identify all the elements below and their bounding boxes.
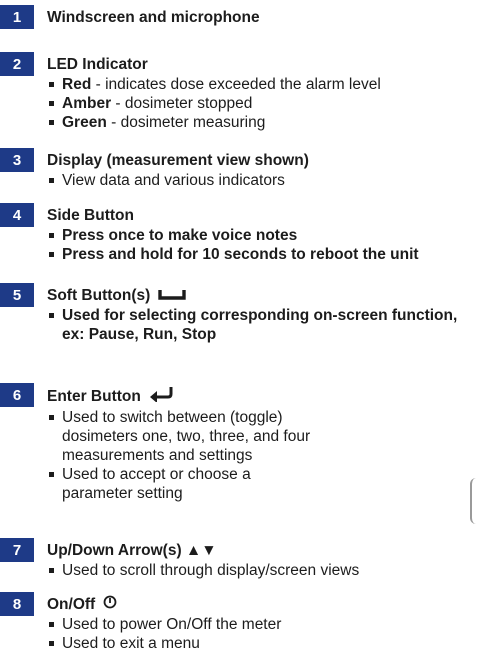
- bullet-text: Used to scroll through display/screen vi…: [62, 562, 360, 579]
- bullet-list: Used to switch between (toggle) dosimete…: [47, 408, 478, 503]
- bullet-square-icon: [49, 472, 54, 477]
- bullet-text: - dosimeter measuring: [106, 114, 266, 131]
- item-number-badge: 1: [0, 5, 34, 29]
- item-title: Soft Button(s): [47, 286, 478, 305]
- bullet-square-icon: [49, 82, 54, 87]
- item-number-badge: 3: [0, 148, 34, 172]
- bullet-text: Used to accept or choose a parameter set…: [62, 466, 251, 502]
- item-number-badge: 5: [0, 283, 34, 307]
- bullet-text: Used for selecting corresponding on-scre…: [62, 307, 458, 343]
- item-title: Enter Button: [47, 386, 478, 407]
- item-title: Side Button: [47, 207, 134, 224]
- bullet-square-icon: [49, 120, 54, 125]
- bullet-square-icon: [49, 622, 54, 627]
- bullet-text: - dosimeter stopped: [111, 95, 253, 112]
- bullet-list: Red - indicates dose exceeded the alarm …: [47, 75, 478, 132]
- bullet-square-icon: [49, 101, 54, 106]
- led-color-term: Amber: [62, 95, 112, 112]
- item-title: LED Indicator: [47, 56, 148, 73]
- bullet-item: Green - dosimeter measuring: [47, 113, 478, 132]
- bullet-square-icon: [49, 313, 54, 318]
- item-title: Display (measurement view shown): [47, 152, 309, 169]
- bullet-square-icon: [49, 415, 54, 420]
- item-title-text: Enter Button: [47, 388, 141, 405]
- bullet-item: Used for selecting corresponding on-scre…: [47, 306, 478, 344]
- bullet-list: View data and various indicators: [47, 171, 478, 190]
- bullet-item: Used to accept or choose a parameter set…: [47, 465, 257, 503]
- bullet-text: Used to power On/Off the meter: [62, 616, 282, 633]
- item-title-text: Soft Button(s): [47, 287, 151, 304]
- bullet-item: Used to power On/Off the meter: [47, 615, 478, 634]
- device-edge-outline: [470, 478, 478, 524]
- bullet-square-icon: [49, 178, 54, 183]
- bullet-square-icon: [49, 252, 54, 257]
- up-down-arrow-icon: Up/Down Arrow(s) ▲▼: [47, 542, 217, 559]
- bullet-text: Press once to make voice notes: [62, 227, 298, 244]
- bullet-list: Used to scroll through display/screen vi…: [47, 561, 478, 580]
- bullet-list: Used to power On/Off the meter Used to e…: [47, 615, 478, 653]
- bullet-item: Used to exit a menu: [47, 634, 478, 653]
- item-number-badge: 6: [0, 383, 34, 407]
- bullet-text: Press and hold for 10 seconds to reboot …: [62, 246, 419, 263]
- item-number-badge: 4: [0, 203, 34, 227]
- bullet-item: Press once to make voice notes: [47, 226, 478, 245]
- item-title-text: On/Off: [47, 596, 96, 613]
- bullet-text: Used to switch between (toggle) dosimete…: [62, 409, 311, 464]
- bullet-item: Amber - dosimeter stopped: [47, 94, 478, 113]
- led-color-term: Red: [62, 76, 92, 93]
- bullet-list: Used for selecting corresponding on-scre…: [47, 306, 478, 344]
- bullet-item: Used to switch between (toggle) dosimete…: [47, 408, 322, 465]
- bullet-item: Press and hold for 10 seconds to reboot …: [47, 245, 478, 264]
- enter-arrow-icon: [149, 386, 175, 407]
- item-title: Windscreen and microphone: [47, 9, 260, 26]
- bullet-item: Red - indicates dose exceeded the alarm …: [47, 75, 478, 94]
- bullet-square-icon: [49, 233, 54, 238]
- soft-button-icon: [158, 286, 187, 305]
- bullet-list: Press once to make voice notes Press and…: [47, 226, 478, 264]
- bullet-square-icon: [49, 641, 54, 646]
- led-color-term: Green: [62, 114, 107, 131]
- power-icon: [103, 595, 117, 614]
- bullet-text: - indicates dose exceeded the alarm leve…: [91, 76, 381, 93]
- bullet-text: Used to exit a menu: [62, 635, 200, 652]
- bullet-square-icon: [49, 568, 54, 573]
- item-number-badge: 8: [0, 592, 34, 616]
- item-number-badge: 2: [0, 52, 34, 76]
- bullet-item: View data and various indicators: [47, 171, 478, 190]
- item-title: On/Off: [47, 595, 478, 614]
- bullet-text: View data and various indicators: [62, 172, 285, 189]
- bullet-item: Used to scroll through display/screen vi…: [47, 561, 478, 580]
- item-number-badge: 7: [0, 538, 34, 562]
